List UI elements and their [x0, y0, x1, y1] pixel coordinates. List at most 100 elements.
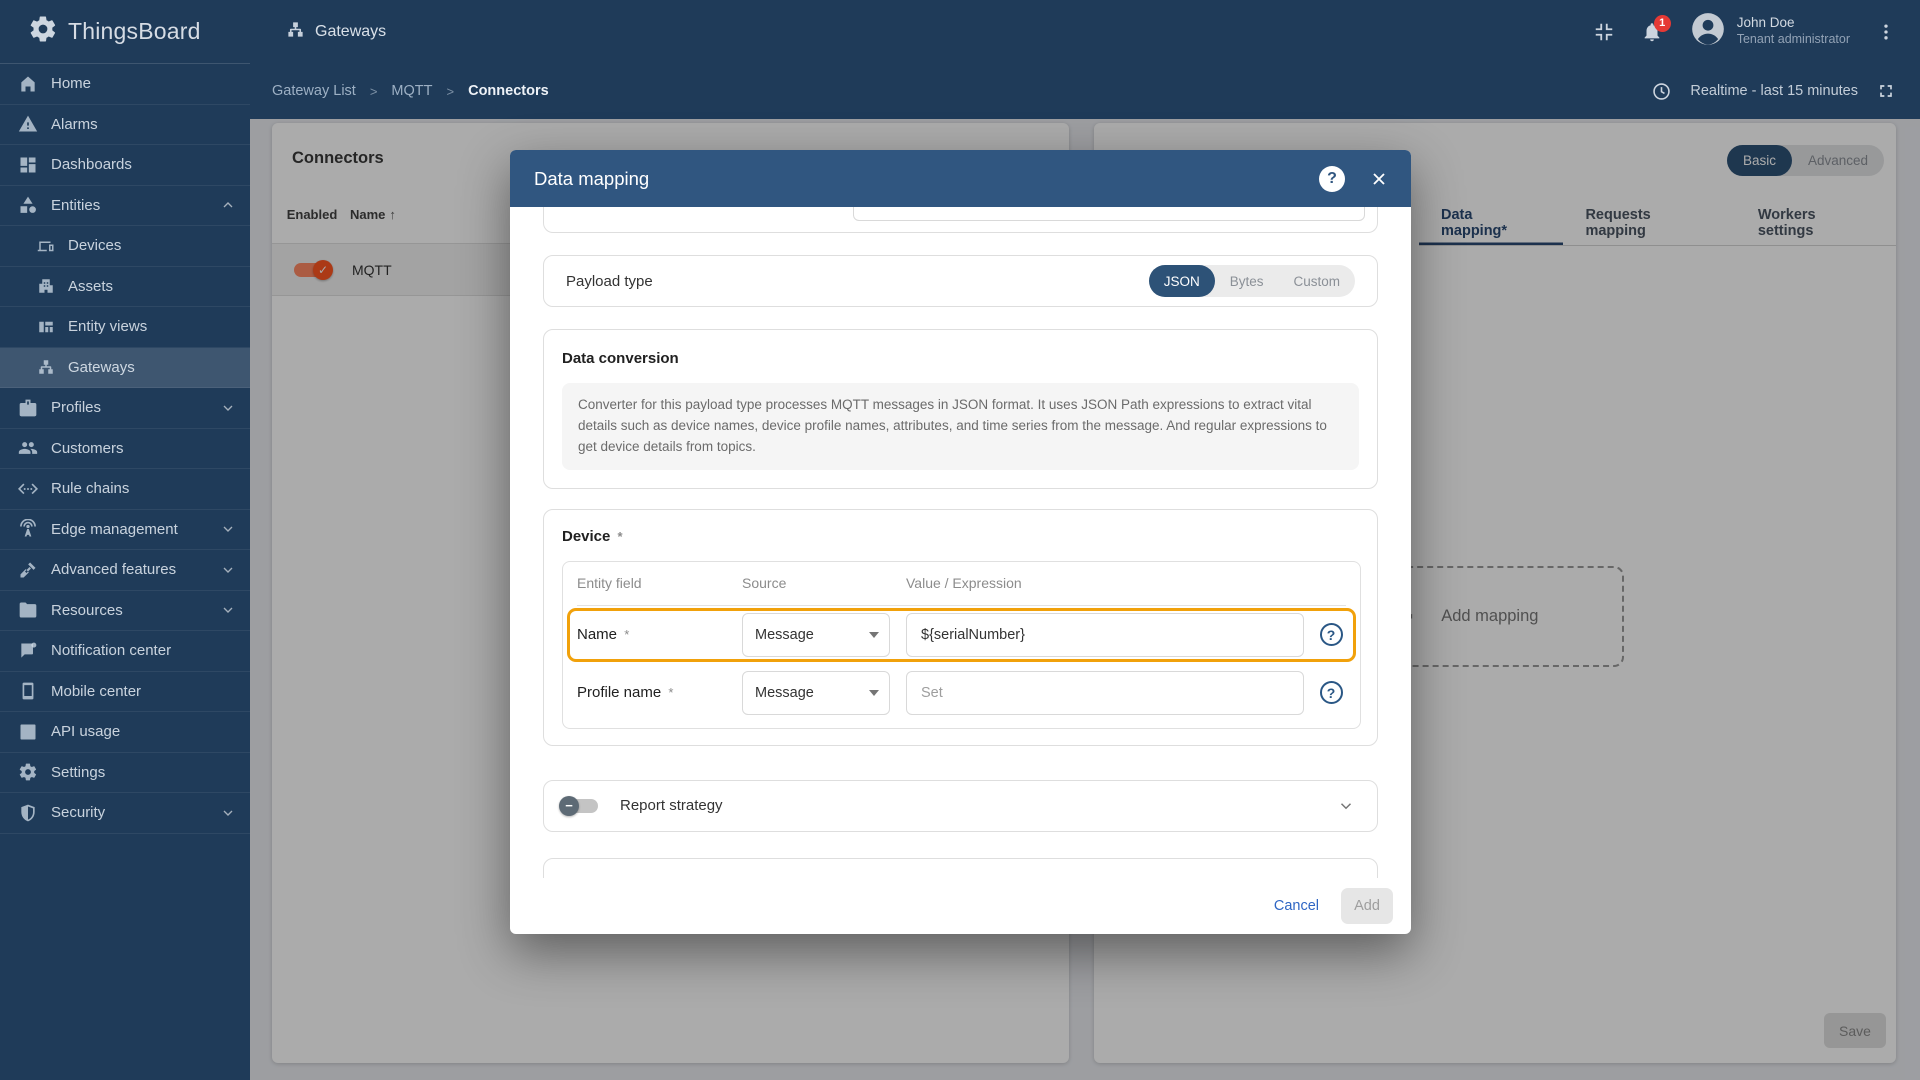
sidebar-item-label: Home: [51, 75, 91, 92]
sidebar-item-label: Dashboards: [51, 156, 132, 173]
sidebar-item-label: Security: [51, 804, 105, 821]
profiles-badge-icon: [18, 398, 38, 418]
sidebar-item-mobile-center[interactable]: Mobile center: [0, 672, 250, 713]
source-select-name[interactable]: Message: [742, 613, 906, 657]
sidebar-item-label: Resources: [51, 602, 123, 619]
sidebar-item-label: Assets: [68, 278, 113, 295]
breadcrumb-mqtt[interactable]: MQTT: [391, 83, 432, 99]
chevron-down-icon: [220, 521, 236, 537]
column-source: Source: [742, 575, 906, 591]
sidebar-item-label: Entity views: [68, 318, 147, 335]
payload-option-json[interactable]: JSON: [1149, 265, 1215, 297]
device-row-profile-name: Profile name * Message: [577, 664, 1346, 722]
home-icon: [18, 74, 38, 94]
edge-antenna-icon: [18, 519, 38, 539]
sidebar-item-assets[interactable]: Assets: [0, 267, 250, 308]
device-card: Device * Entity field Source Value / Exp…: [543, 509, 1378, 746]
clock-icon: [1651, 81, 1672, 102]
payload-type-card: Payload type JSON Bytes Custom: [543, 255, 1378, 307]
sidebar-item-notification-center[interactable]: Notification center: [0, 631, 250, 672]
payload-type-label: Payload type: [566, 273, 653, 290]
gateways-icon: [286, 20, 305, 44]
sidebar-item-dashboards[interactable]: Dashboards: [0, 145, 250, 186]
chevron-down-icon[interactable]: [1337, 797, 1355, 815]
tools-icon: [18, 560, 38, 580]
source-select[interactable]: Message: [742, 613, 890, 657]
field-name-text: Name: [577, 626, 617, 643]
avatar: [1689, 10, 1727, 53]
source-select-profile[interactable]: Message: [742, 671, 906, 715]
device-title-text: Device: [562, 528, 610, 545]
sidebar-item-devices[interactable]: Devices: [0, 226, 250, 267]
notifications-badge: 1: [1654, 15, 1671, 32]
brand-logo[interactable]: ThingsBoard: [0, 14, 250, 49]
payload-option-custom[interactable]: Custom: [1278, 265, 1355, 297]
breadcrumb-gateway-list[interactable]: Gateway List: [272, 83, 356, 99]
sidebar-item-edge-management[interactable]: Edge management: [0, 510, 250, 551]
dialog-title: Data mapping: [534, 168, 649, 190]
cancel-button[interactable]: Cancel: [1274, 898, 1319, 914]
kebab-menu-icon[interactable]: [1876, 22, 1896, 42]
column-value-expression: Value / Expression: [906, 575, 1304, 591]
sidebar-item-label: Mobile center: [51, 683, 141, 700]
chevron-down-icon: [220, 400, 236, 416]
sidebar-item-advanced-features[interactable]: Advanced features: [0, 550, 250, 591]
fullscreen-icon[interactable]: [1876, 81, 1896, 101]
close-icon[interactable]: [1369, 169, 1389, 189]
sidebar-item-alarms[interactable]: Alarms: [0, 105, 250, 146]
top-header-actions: 1 John Doe Tenant administrator: [1593, 10, 1920, 53]
sidebar-item-settings[interactable]: Settings: [0, 753, 250, 794]
sidebar-item-label: Edge management: [51, 521, 178, 538]
top-header: ThingsBoard Gateways 1 John Doe: [0, 0, 1920, 63]
user-menu[interactable]: John Doe Tenant administrator: [1689, 10, 1850, 53]
topic-filter-input-partial[interactable]: [853, 207, 1365, 221]
smartphone-icon: [18, 681, 38, 701]
dialog-header-actions: ?: [1319, 166, 1389, 192]
source-select[interactable]: Message: [742, 671, 890, 715]
data-conversion-card: Data conversion Converter for this paylo…: [543, 329, 1378, 489]
sidebar-item-label: Customers: [51, 440, 124, 457]
timewindow-label[interactable]: Realtime - last 15 minutes: [1690, 83, 1858, 99]
sidebar-item-security[interactable]: Security: [0, 793, 250, 834]
sidebar-item-entity-views[interactable]: Entity views: [0, 307, 250, 348]
sidebar-item-resources[interactable]: Resources: [0, 591, 250, 632]
thingsboard-logo-icon: [28, 14, 58, 49]
sidebar-item-rule-chains[interactable]: Rule chains: [0, 469, 250, 510]
payload-type-segmented-control: JSON Bytes Custom: [1149, 265, 1355, 297]
alarm-warning-icon: [18, 114, 38, 134]
devices-icon: [37, 237, 55, 255]
sidebar-item-label: Gateways: [68, 359, 135, 376]
chevron-down-icon: [220, 602, 236, 618]
sidebar-item-gateways[interactable]: Gateways: [0, 348, 250, 389]
sidebar-item-entities[interactable]: Entities: [0, 186, 250, 227]
entities-category-icon: [18, 195, 38, 215]
help-cell: ?: [1316, 681, 1346, 704]
help-question-icon[interactable]: ?: [1320, 623, 1343, 646]
shield-icon: [18, 803, 38, 823]
sidebar-item-label: Notification center: [51, 642, 171, 659]
sidebar-item-api-usage[interactable]: API usage: [0, 712, 250, 753]
add-button[interactable]: Add: [1341, 888, 1393, 924]
data-mapping-dialog: Data mapping ? Payload type JSON Bytes C…: [510, 150, 1411, 934]
dialog-body: Payload type JSON Bytes Custom Data conv…: [510, 207, 1411, 878]
help-icon[interactable]: ?: [1319, 166, 1345, 192]
attributes-card: Attributes: [543, 858, 1378, 878]
sidebar-item-customers[interactable]: Customers: [0, 429, 250, 470]
chart-icon: [18, 722, 38, 742]
source-select-value: Message: [755, 685, 814, 701]
field-label-profile-name: Profile name *: [577, 684, 742, 701]
dialog-footer: Cancel Add: [510, 878, 1411, 934]
payload-option-bytes[interactable]: Bytes: [1215, 265, 1279, 297]
sidebar-item-profiles[interactable]: Profiles: [0, 388, 250, 429]
profile-expression-input[interactable]: [906, 671, 1304, 715]
dashboard-icon: [18, 155, 38, 175]
report-strategy-toggle[interactable]: −: [562, 799, 598, 813]
sidebar-item-home[interactable]: Home: [0, 64, 250, 105]
value-expression-cell: [906, 613, 1304, 657]
help-question-icon[interactable]: ?: [1320, 681, 1343, 704]
notifications-bell-icon[interactable]: 1: [1641, 21, 1663, 43]
exit-fullscreen-icon[interactable]: [1593, 21, 1615, 43]
required-marker: *: [618, 529, 623, 544]
value-expression-cell: [906, 671, 1304, 715]
name-expression-input[interactable]: [906, 613, 1304, 657]
